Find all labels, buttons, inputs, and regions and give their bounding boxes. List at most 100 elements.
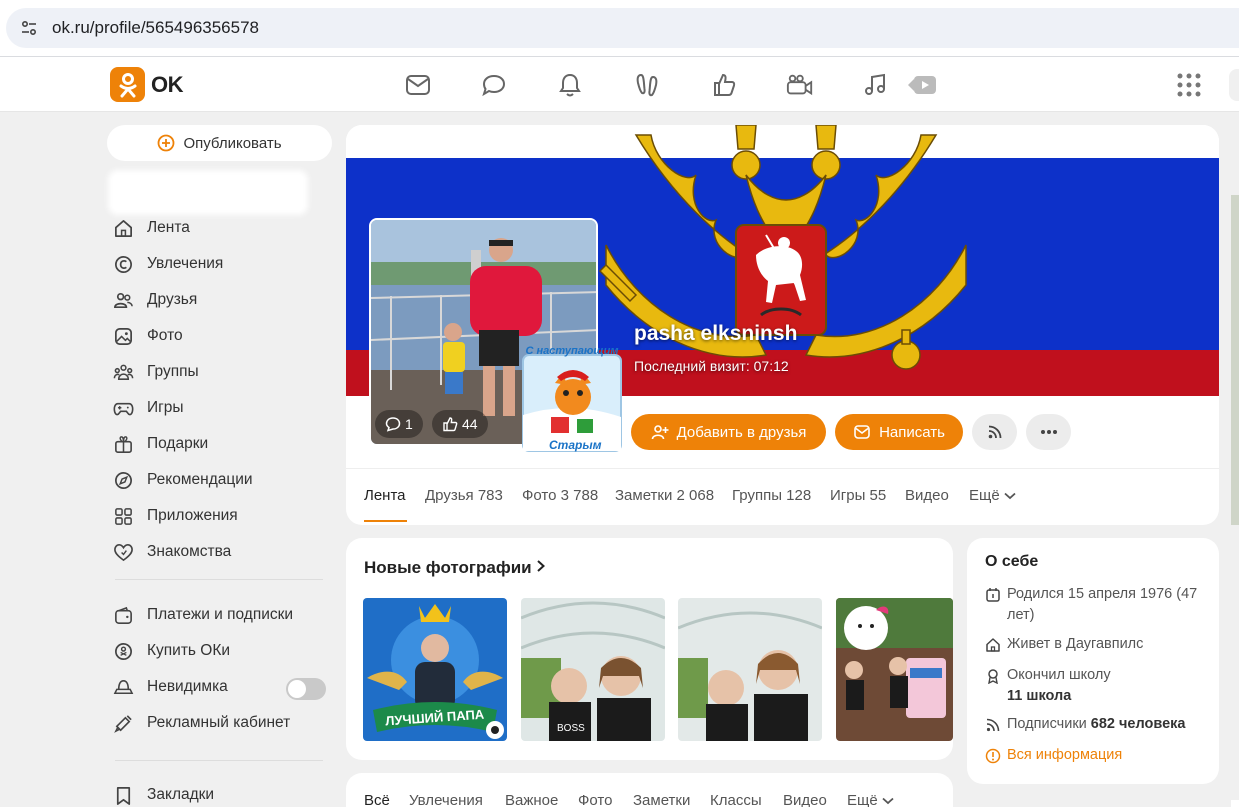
tab-video[interactable]: Видео xyxy=(905,487,949,504)
add-friend-button[interactable]: Добавить в друзья xyxy=(631,414,826,450)
sidebar-item-label: Платежи и подписки xyxy=(147,606,294,623)
header-edge xyxy=(1229,69,1239,101)
sidebar-item-payments[interactable]: Платежи и подписки xyxy=(113,601,293,629)
tab-feed[interactable]: Лента xyxy=(364,487,406,504)
filter-more-label: Ещё xyxy=(847,792,878,807)
filter-classes[interactable]: Классы xyxy=(710,792,762,807)
url-text[interactable]: ok.ru/profile/565496356578 xyxy=(52,18,259,38)
sidebar-item-buy-oki[interactable]: Купить ОКи xyxy=(113,637,230,665)
about-school-name[interactable]: 11 школа xyxy=(1007,688,1071,704)
like-icon[interactable] xyxy=(710,71,738,99)
friends-icon xyxy=(114,292,133,308)
about-birthday-text: Родился 15 апреля 1976 (47 лет) xyxy=(1007,586,1198,623)
filter-video[interactable]: Видео xyxy=(783,792,827,807)
new-photos-card: Новые фотографии ЛУЧШИЙ ПАПА BOSS xyxy=(346,538,953,760)
sidebar-item-invisible[interactable]: Невидимка xyxy=(113,673,228,701)
photo-shirt-text: BOSS xyxy=(557,723,585,734)
right-column-edge xyxy=(1231,800,1239,807)
tab-games[interactable]: Игры 55 xyxy=(830,487,886,504)
sidebar-item-hobbies[interactable]: Увлечения xyxy=(113,250,223,278)
about-school-text: Окончил школу 11 школа xyxy=(1007,665,1111,707)
all-info-text: Вся информация xyxy=(1007,747,1123,763)
sidebar-item-label: Увлечения xyxy=(147,255,224,272)
photo-icon xyxy=(115,327,132,345)
photo-thumbnail[interactable]: ЛУЧШИЙ ПАПА xyxy=(363,598,507,741)
url-box[interactable]: ok.ru/profile/565496356578 xyxy=(6,8,1239,48)
photo-thumbnail[interactable] xyxy=(836,598,953,741)
education-icon xyxy=(988,669,998,684)
wallet-icon xyxy=(115,606,132,624)
bell-icon[interactable] xyxy=(556,71,584,99)
sidebar-item-label: Игры xyxy=(147,399,184,416)
avatar-comments-count[interactable]: 1 xyxy=(375,410,423,438)
sidebar-item-label: Знакомства xyxy=(147,543,232,560)
sidebar-item-games[interactable]: Игры xyxy=(113,394,184,422)
sidebar-divider xyxy=(115,760,323,761)
chat-icon[interactable] xyxy=(480,71,508,99)
more-actions-button[interactable] xyxy=(1026,414,1071,450)
chevron-down-icon xyxy=(1004,492,1016,500)
hobby-icon xyxy=(115,255,132,273)
tab-friends[interactable]: Друзья 783 xyxy=(425,487,503,504)
sidebar-item-recommendations[interactable]: Рекомендации xyxy=(113,466,253,494)
write-label: Написать xyxy=(879,423,945,441)
tab-groups[interactable]: Группы 128 xyxy=(732,487,811,504)
about-subscribers-count: 682 человека xyxy=(1090,716,1186,732)
sidebar-item-ads-cabinet[interactable]: Рекламный кабинет xyxy=(113,709,290,737)
last-visit: Последний визит: 07:12 xyxy=(634,358,789,374)
blurred-user-name xyxy=(108,170,308,215)
sidebar-item-label: Группы xyxy=(147,363,199,380)
photo-thumbnail[interactable] xyxy=(678,598,822,741)
rss-icon xyxy=(986,718,1000,732)
sidebar-item-groups[interactable]: Группы xyxy=(113,358,199,386)
music-icon[interactable] xyxy=(862,71,890,99)
subscribe-button[interactable] xyxy=(972,414,1017,450)
about-subscribers-prefix: Подписчики xyxy=(1007,716,1087,732)
active-tab-indicator xyxy=(364,520,407,522)
photo-thumbnail[interactable]: BOSS xyxy=(521,598,665,741)
about-title: О себе xyxy=(985,553,1039,570)
sidebar-item-label: Купить ОКи xyxy=(147,642,231,659)
sidebar-item-feed[interactable]: Лента xyxy=(113,214,190,242)
tab-notes[interactable]: Заметки 2 068 xyxy=(615,487,714,504)
invisible-toggle[interactable] xyxy=(286,678,326,700)
sidebar-item-bookmarks[interactable]: Закладки xyxy=(113,781,214,807)
write-message-button[interactable]: Написать xyxy=(835,414,963,450)
sidebar-item-friends[interactable]: Друзья xyxy=(113,286,197,314)
invisible-icon xyxy=(113,679,134,694)
filter-notes[interactable]: Заметки xyxy=(633,792,690,807)
sidebar-item-label: Невидимка xyxy=(147,678,228,695)
home-icon xyxy=(986,638,1000,652)
sidebar-item-label: Закладки xyxy=(147,786,215,803)
profile-name: pasha elksninsh xyxy=(634,322,798,345)
info-icon xyxy=(985,748,1001,764)
sticker-bottom-text: Старым xyxy=(549,438,602,452)
filter-more[interactable]: Ещё xyxy=(847,792,894,807)
publish-button[interactable]: Опубликовать xyxy=(107,125,332,161)
filter-important[interactable]: Важное xyxy=(505,792,558,807)
sidebar-item-gifts[interactable]: Подарки xyxy=(113,430,208,458)
filter-all[interactable]: Всё xyxy=(364,792,390,807)
publish-label: Опубликовать xyxy=(183,134,282,152)
groups-icon xyxy=(113,364,134,380)
ok-logo[interactable]: OK xyxy=(110,67,184,102)
filter-photo[interactable]: Фото xyxy=(578,792,612,807)
sidebar-item-label: Подарки xyxy=(147,435,209,452)
all-info-link[interactable]: Вся информация xyxy=(985,745,1210,766)
mail-icon[interactable] xyxy=(404,71,432,99)
guests-icon[interactable] xyxy=(633,71,661,99)
sidebar-item-apps[interactable]: Приложения xyxy=(113,502,238,530)
site-settings-icon[interactable] xyxy=(6,19,52,37)
sidebar-item-dating[interactable]: Знакомства xyxy=(113,538,231,566)
sidebar-item-photo[interactable]: Фото xyxy=(113,322,183,350)
right-column-edge xyxy=(1231,195,1239,525)
tab-photo[interactable]: Фото 3 788 xyxy=(522,487,598,504)
video-camera-icon[interactable] xyxy=(786,71,814,99)
apps-grid-icon[interactable] xyxy=(1175,71,1203,99)
new-photos-title[interactable]: Новые фотографии xyxy=(364,558,546,578)
video-play-icon[interactable] xyxy=(906,71,938,99)
tab-more[interactable]: Ещё xyxy=(969,487,1016,504)
filter-hobbies[interactable]: Увлечения xyxy=(409,792,483,807)
avatar-likes-count[interactable]: 44 xyxy=(432,410,488,438)
about-subscribers[interactable]: Подписчики 682 человека xyxy=(985,714,1210,735)
